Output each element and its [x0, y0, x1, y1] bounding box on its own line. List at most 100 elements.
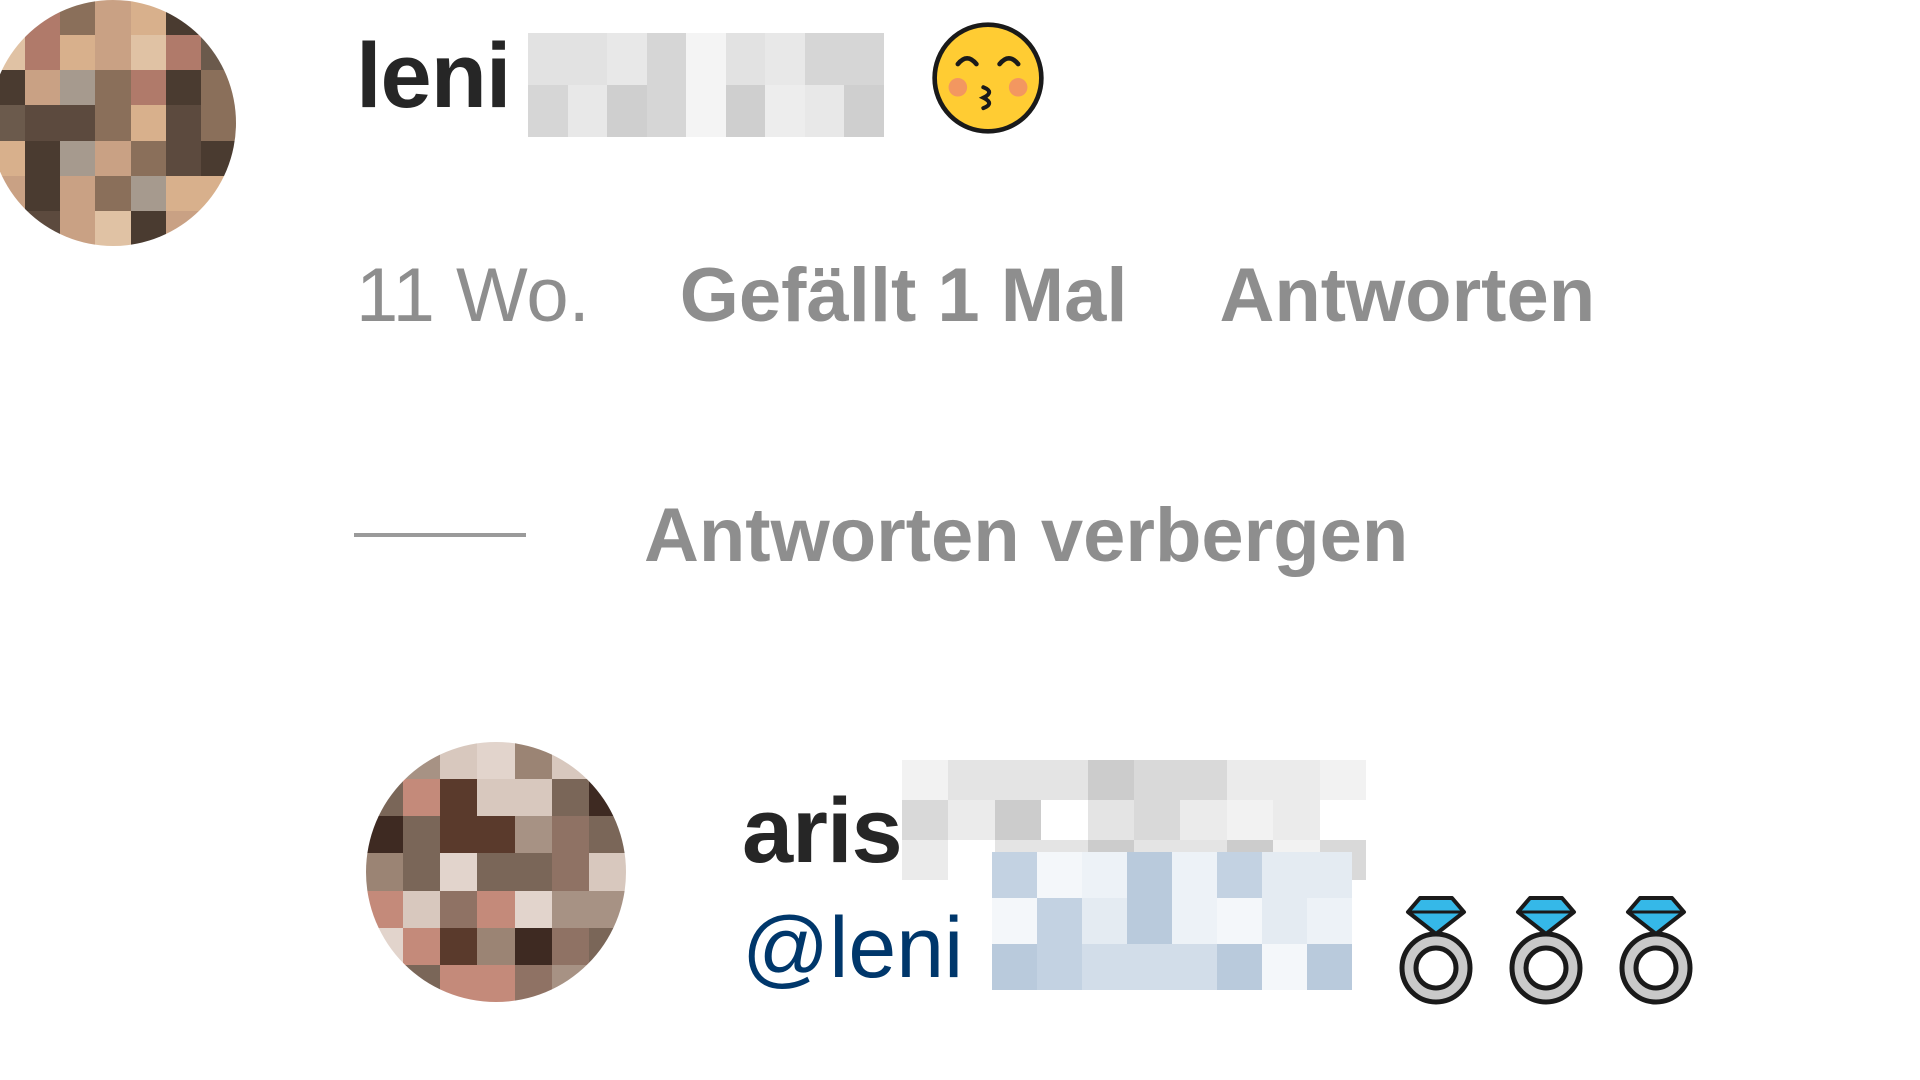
reply-username[interactable]: aris — [742, 785, 903, 877]
censor-pixel — [514, 964, 552, 1002]
censor-pixel — [528, 33, 568, 85]
censor-pixel — [95, 105, 131, 141]
censor-pixel — [440, 742, 478, 780]
censor-pixel — [646, 85, 687, 137]
censor-pixel — [1037, 852, 1082, 898]
censor-pixel — [1037, 944, 1082, 990]
comment-username[interactable]: leni — [356, 30, 511, 122]
censor-pixel — [902, 840, 949, 880]
censor-pixel — [477, 779, 515, 817]
censor-pixel — [1226, 800, 1274, 840]
censor-pixel — [1319, 760, 1366, 800]
ring-emoji-icon — [1399, 896, 1473, 1005]
avatar[interactable] — [0, 0, 236, 246]
censor-pixel — [686, 33, 726, 85]
censor-pixel — [60, 210, 96, 246]
censor-pixel — [1273, 760, 1320, 800]
censor-pixel — [551, 853, 589, 891]
censor-pixel — [130, 70, 166, 106]
hide-replies-label: Antworten verbergen — [644, 492, 1409, 578]
censor-pixel — [1307, 944, 1352, 990]
censor-pixel — [1087, 760, 1134, 800]
censor-pixel — [366, 742, 404, 780]
censor-pixel — [165, 70, 201, 106]
censor-pixel — [948, 760, 995, 800]
censor-pixel — [440, 816, 478, 854]
censor-pixel — [1307, 898, 1352, 944]
censor-pixel — [366, 927, 404, 965]
censor-pixel — [60, 105, 96, 141]
censor-pixel — [477, 742, 515, 780]
reply-emoji-group — [1390, 890, 1702, 1010]
censor-pixel — [1180, 800, 1227, 840]
censor-pixel — [25, 70, 61, 106]
reply-mention-link[interactable]: @leni — [742, 905, 963, 991]
censor-pixel — [686, 85, 726, 137]
comment-like-count[interactable]: Gefällt 1 Mal — [680, 252, 1128, 339]
censor-pixel — [804, 85, 845, 137]
censor-pixel — [0, 105, 26, 141]
censor-pixel — [60, 175, 96, 211]
censor-pixel — [95, 70, 131, 106]
censor-pixel — [1127, 852, 1172, 898]
ring-emoji-icon — [1619, 896, 1693, 1005]
censor-pixel — [1217, 944, 1262, 990]
censor-pixel — [588, 742, 626, 780]
censor-pixel — [567, 85, 608, 137]
censor-pixel — [477, 816, 515, 854]
censor-pixel — [200, 140, 236, 176]
censor-pixel — [607, 85, 647, 137]
censor-pixel — [403, 816, 441, 854]
censor-pixel — [366, 964, 404, 1002]
censor-pixel — [588, 853, 626, 891]
censor-pixel — [440, 779, 478, 817]
hide-replies-button[interactable]: Antworten verbergen — [354, 493, 1408, 578]
censor-pixel — [1037, 898, 1082, 944]
censor-pixel — [403, 890, 441, 928]
censor-pixel — [200, 210, 236, 246]
reply-button[interactable]: Antworten — [1219, 252, 1595, 339]
censor-pixel — [95, 175, 131, 211]
censor-pixel — [588, 927, 626, 965]
censor-pixel — [1041, 760, 1088, 800]
censor-pixel — [25, 0, 61, 36]
reply-avatar[interactable] — [366, 742, 626, 1002]
censor-pixel — [514, 816, 552, 854]
kissing-face-emoji-icon — [932, 22, 1044, 134]
censor-pixel — [165, 210, 201, 246]
censor-pixel — [551, 890, 589, 928]
censor-pixel — [0, 175, 26, 211]
comment-thread: leni 11 Wo. Gefällt 1 Mal Antworten Antw… — [0, 0, 1920, 1080]
username-censor-block — [528, 33, 884, 137]
censor-pixel — [477, 853, 515, 891]
censor-pixel — [588, 816, 626, 854]
censor-pixel — [130, 140, 166, 176]
censor-pixel — [1127, 944, 1172, 990]
censor-pixel — [130, 0, 166, 36]
censor-pixel — [551, 964, 589, 1002]
censor-pixel — [948, 800, 995, 840]
censor-pixel — [165, 175, 201, 211]
censor-pixel — [25, 35, 61, 71]
censor-pixel — [588, 890, 626, 928]
hide-replies-divider — [354, 533, 526, 537]
censor-pixel — [25, 140, 61, 176]
censor-pixel — [440, 890, 478, 928]
censor-pixel — [60, 140, 96, 176]
censor-pixel — [646, 33, 687, 85]
censor-pixel — [477, 927, 515, 965]
censor-pixel — [440, 964, 478, 1002]
censor-pixel — [725, 85, 766, 137]
censor-pixel — [403, 742, 441, 780]
ring-emoji-icon — [1509, 896, 1583, 1005]
censor-pixel — [0, 70, 26, 106]
censor-pixel — [165, 35, 201, 71]
censor-pixel — [130, 175, 166, 211]
comment-timestamp[interactable]: 11 Wo. — [356, 252, 590, 339]
censor-pixel — [1262, 898, 1307, 944]
censor-pixel — [25, 210, 61, 246]
censor-pixel — [60, 35, 96, 71]
censor-pixel — [1172, 852, 1217, 898]
censor-pixel — [992, 898, 1037, 944]
censor-pixel — [551, 779, 589, 817]
